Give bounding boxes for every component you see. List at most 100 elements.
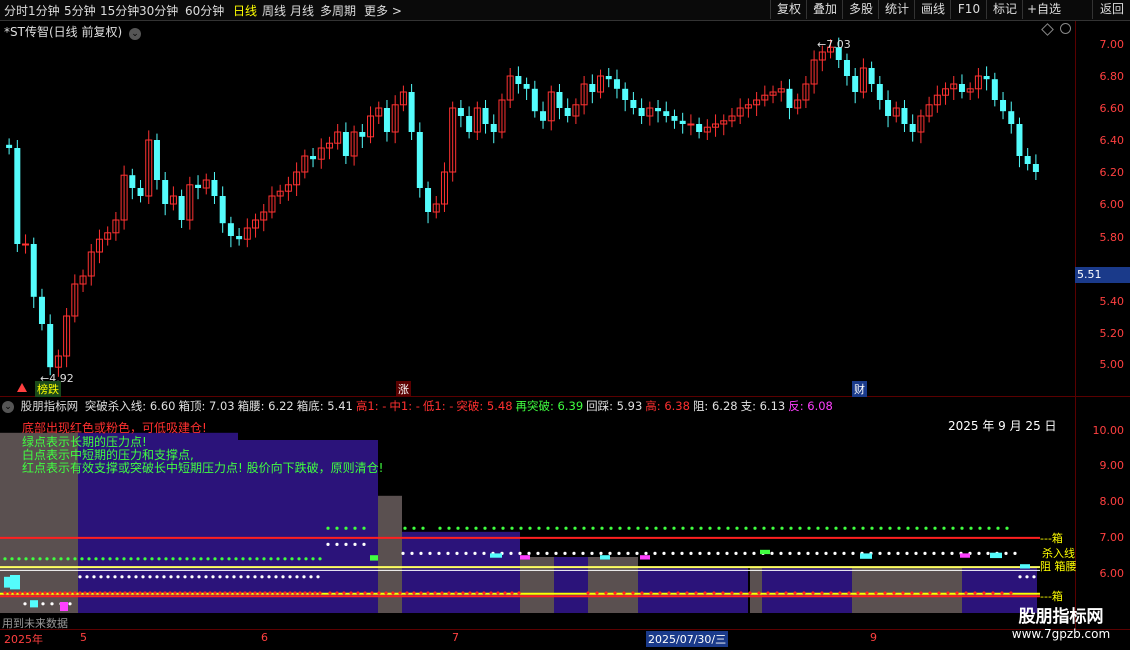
candle-body [129, 175, 136, 188]
red-dot [1000, 591, 1004, 595]
green-dot [501, 526, 505, 530]
period-more[interactable]: 更多 > [364, 2, 402, 19]
red-dot [233, 591, 237, 595]
white-dot [590, 551, 594, 555]
red-dot [510, 591, 514, 595]
red-dot [248, 591, 252, 595]
red-dot [158, 591, 162, 595]
multi-stock-button[interactable]: 多股 [842, 0, 879, 19]
period-monthly[interactable]: 月线 [290, 2, 314, 19]
candle-body [195, 184, 202, 188]
red-dot [937, 591, 941, 595]
marker-finance[interactable]: 财 [852, 381, 867, 397]
white-dot [644, 551, 648, 555]
red-dot [153, 591, 157, 595]
period-daily[interactable]: 日线 [233, 2, 257, 19]
ind-tick: 9.00 [1099, 459, 1125, 472]
green-dot [690, 526, 694, 530]
green-dot [744, 526, 748, 530]
red-dot [730, 591, 734, 595]
white-dot [50, 602, 54, 606]
signal-block [1020, 564, 1030, 569]
green-dot [618, 526, 622, 530]
red-dot [604, 591, 608, 595]
green-dot [283, 557, 287, 561]
red-dot [293, 591, 297, 595]
white-dot [626, 551, 630, 555]
white-dot [545, 551, 549, 555]
period-1min[interactable]: 1分钟 [28, 2, 60, 19]
red-dot [447, 591, 451, 595]
period-multi[interactable]: 多周期 [320, 2, 356, 19]
green-dot [654, 526, 658, 530]
red-dot [138, 591, 142, 595]
indicator-value: 突破: 5.48 [456, 399, 513, 413]
signal-block [860, 553, 872, 559]
back-button[interactable]: 返回 [1092, 0, 1130, 19]
candle-body [589, 84, 596, 92]
green-dot [834, 526, 838, 530]
green-dot [206, 557, 210, 561]
green-dot [600, 526, 604, 530]
indicator-name[interactable]: 股朋指标网 [21, 399, 79, 413]
candle-body [523, 84, 530, 89]
red-dot [308, 591, 312, 595]
statistics-button[interactable]: 统计 [878, 0, 915, 19]
price-tick: 7.00 [1099, 38, 1125, 51]
white-dot [536, 551, 540, 555]
green-dot [510, 526, 514, 530]
period-minute[interactable]: 分时 [4, 2, 28, 19]
green-dot [447, 526, 451, 530]
f10-button[interactable]: F10 [950, 0, 987, 19]
red-dot [613, 591, 617, 595]
white-dot [527, 551, 531, 555]
green-dot [94, 557, 98, 561]
period-30min[interactable]: 30分钟 [139, 2, 178, 19]
green-dot [157, 557, 161, 561]
date-tick: 7 [452, 631, 459, 644]
red-dot [118, 591, 122, 595]
marker-rise[interactable]: 涨 [396, 381, 411, 397]
mark-button[interactable]: 标记 [986, 0, 1023, 19]
signal-block [60, 602, 68, 611]
green-dot [465, 526, 469, 530]
red-dot [426, 591, 430, 595]
white-dot [335, 542, 339, 546]
period-5min[interactable]: 5分钟 [64, 2, 96, 19]
white-dot [950, 551, 954, 555]
green-dot [717, 526, 721, 530]
signal-block [30, 600, 38, 608]
green-dot [735, 526, 739, 530]
indicator-value: 箱顶: 7.03 [178, 399, 235, 413]
add-watchlist-button[interactable]: +自选 [1022, 0, 1092, 19]
white-dot [353, 542, 357, 546]
white-dot [1032, 575, 1036, 579]
white-dot [734, 551, 738, 555]
draw-line-button[interactable]: 画线 [914, 0, 951, 19]
indicator-toggle-icon[interactable]: ⌄ [2, 400, 14, 413]
red-dot [802, 591, 806, 595]
event-flag-icon[interactable] [17, 383, 27, 392]
red-dot [865, 591, 869, 595]
red-dot [218, 591, 222, 595]
period-weekly[interactable]: 周线 [262, 2, 286, 19]
restore-right-button[interactable]: 复权 [770, 0, 807, 19]
green-dot [789, 526, 793, 530]
green-dot [234, 557, 238, 561]
date-tick: 2025年 [4, 633, 43, 646]
red-dot [475, 591, 479, 595]
period-60min[interactable]: 60分钟 [185, 2, 224, 19]
white-dot [281, 575, 285, 579]
green-dot [412, 526, 416, 530]
red-dot [3, 591, 7, 595]
white-dot [743, 551, 747, 555]
red-dot [68, 591, 72, 595]
white-dot [680, 551, 684, 555]
overlay-button[interactable]: 叠加 [806, 0, 843, 19]
white-dot [941, 551, 945, 555]
period-15min[interactable]: 15分钟 [100, 2, 139, 19]
red-dot [168, 591, 172, 595]
signal-block [490, 553, 502, 558]
red-dot [461, 591, 465, 595]
marker-list[interactable]: 榜跌 [35, 381, 61, 397]
